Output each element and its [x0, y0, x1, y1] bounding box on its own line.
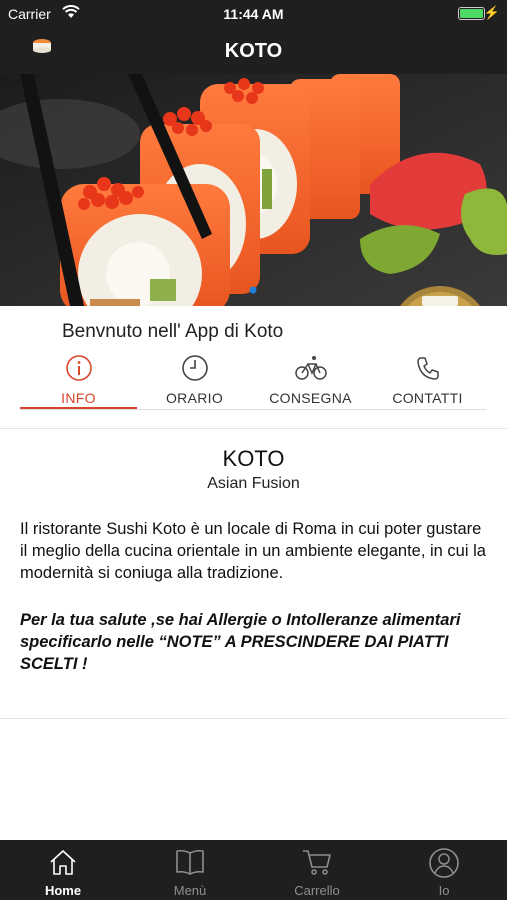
user-icon [428, 847, 460, 879]
nav-bar: KOTO [0, 28, 507, 74]
info-icon [65, 354, 93, 384]
tabbar-menu[interactable]: Menù [127, 840, 253, 900]
tabbar-home[interactable]: Home [0, 840, 126, 900]
restaurant-name: KOTO [222, 446, 285, 471]
tab-label: CONSEGNA [269, 390, 352, 406]
tabbar-label: Menù [173, 883, 207, 898]
tab-consegna[interactable]: CONSEGNA [252, 350, 369, 410]
restaurant-category: Asian Fusion [207, 475, 300, 492]
charging-icon: ⚡ [483, 5, 500, 20]
restaurant-description: Il ristorante Sushi Koto è un locale di … [20, 520, 486, 582]
battery-icon [458, 7, 485, 20]
clock-time: 11:44 AM [223, 6, 284, 22]
section-divider [0, 428, 507, 429]
phone-icon [414, 354, 442, 384]
hero-image [0, 74, 507, 306]
tabbar-label: Carrello [294, 883, 340, 898]
cart-icon [301, 847, 333, 879]
tabbar-profile[interactable]: Io [381, 840, 507, 900]
page-title: KOTO [224, 40, 283, 62]
tabbar-label: Io [438, 883, 450, 898]
carousel-dot[interactable] [249, 281, 257, 299]
tab-orario[interactable]: ORARIO [136, 350, 253, 410]
welcome-text: Benvnuto nell' App di Koto [62, 321, 284, 342]
bottom-tab-bar: Home Menù Carrello Io [0, 840, 507, 900]
tab-label: CONTATTI [392, 390, 463, 406]
info-tabs: INFO ORARIO CONSEGNA CONTATTI [20, 350, 486, 410]
tab-label: ORARIO [165, 390, 224, 406]
tabbar-cart[interactable]: Carrello [254, 840, 380, 900]
tab-divider [20, 409, 486, 410]
book-icon [174, 847, 206, 879]
section-divider [0, 718, 507, 719]
clock-icon [181, 354, 209, 384]
home-icon [48, 847, 78, 879]
tabbar-label: Home [44, 883, 82, 898]
status-bar: Carrier 11:44 AM ⚡ [0, 0, 507, 28]
tab-contatti[interactable]: CONTATTI [369, 350, 486, 410]
tab-label: INFO [61, 390, 96, 406]
allergy-warning: Per la tua salute ,se hai Allergie o Int… [20, 611, 461, 673]
tab-info[interactable]: INFO [20, 350, 137, 410]
bicycle-icon [294, 354, 328, 384]
